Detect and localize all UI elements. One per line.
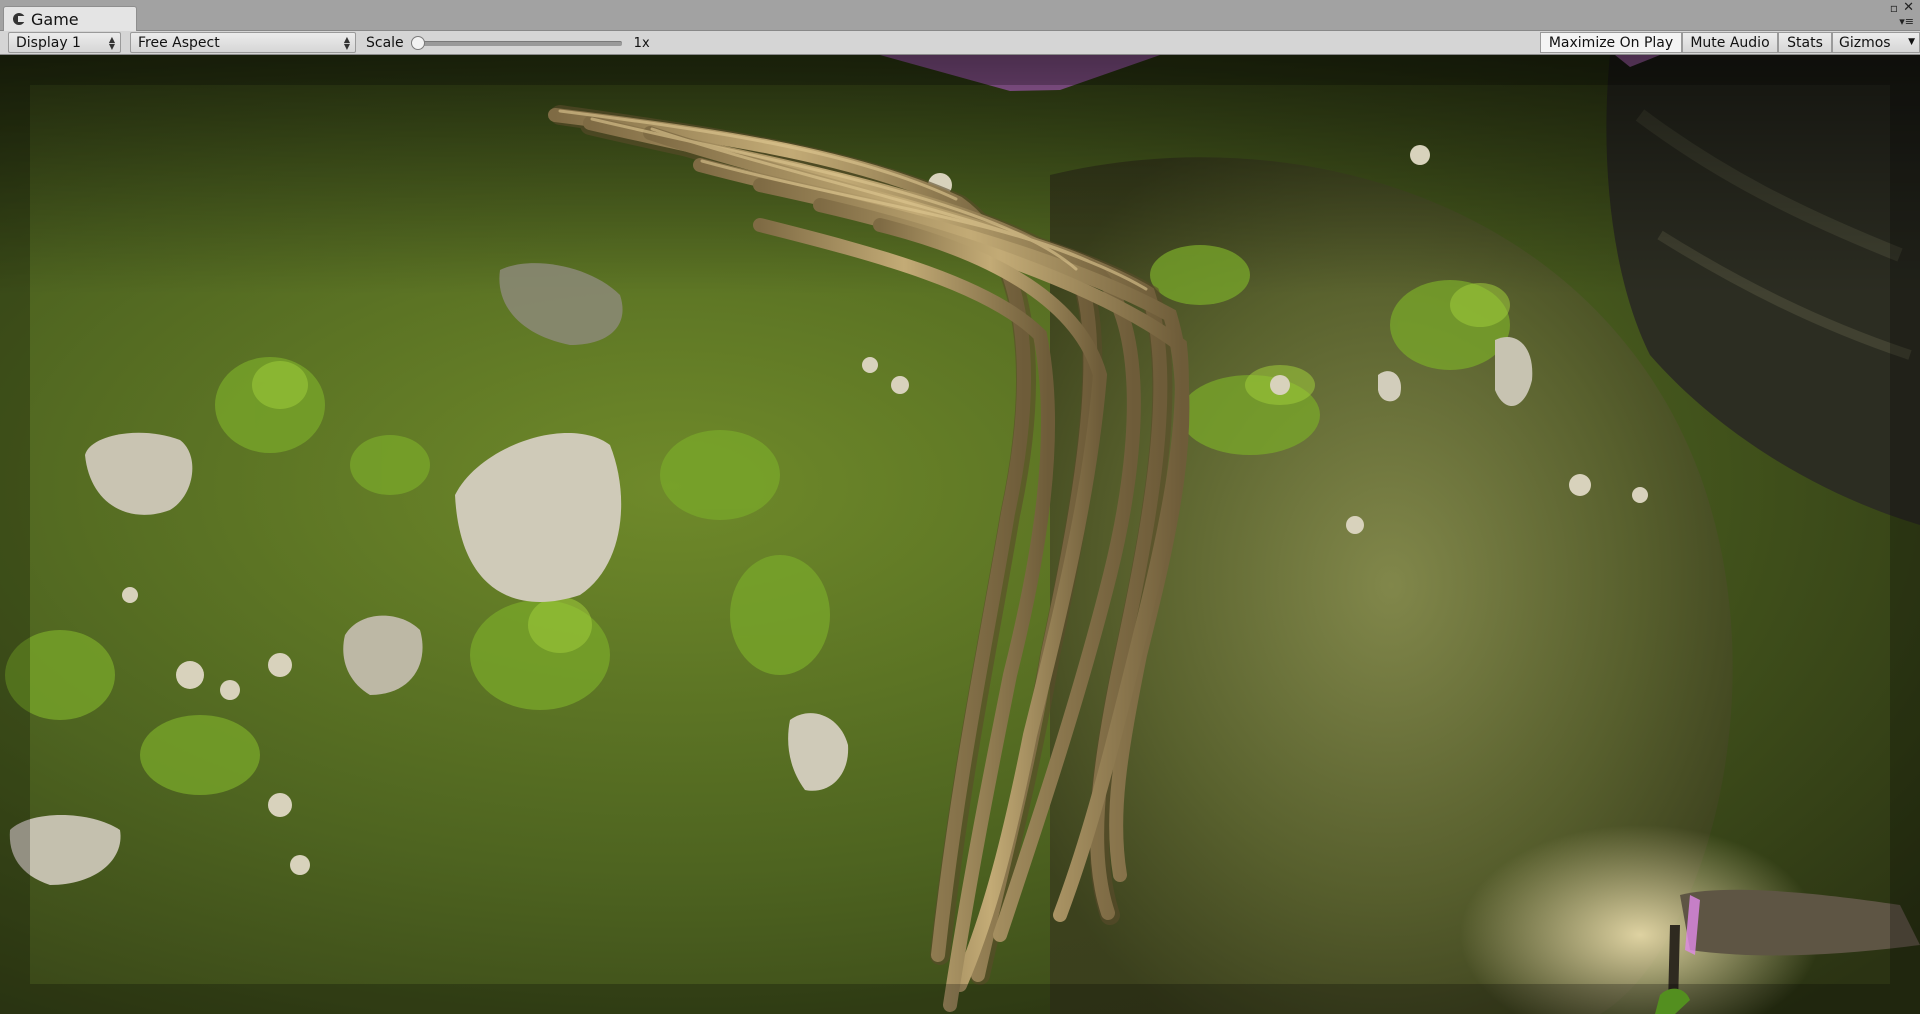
aspect-dropdown[interactable]: Free Aspect ▲ ▼ [130, 32, 356, 53]
gizmos-label: Gizmos [1839, 34, 1891, 51]
scale-label: Scale [366, 35, 404, 51]
maximize-icon[interactable]: ▫ [1890, 2, 1898, 14]
scale-control: Scale 1x [366, 31, 650, 55]
game-controller-icon [13, 13, 25, 25]
tab-label: Game [31, 9, 79, 29]
menu-icon[interactable]: ▾≡ [1899, 16, 1914, 28]
display-dropdown[interactable]: Display 1 ▲ ▼ [8, 32, 121, 53]
stats-button[interactable]: Stats [1778, 32, 1832, 53]
tab-game[interactable]: Game [3, 6, 137, 31]
scene-render [0, 55, 1920, 1014]
game-viewport[interactable] [0, 55, 1920, 1014]
chevron-down-icon: ▼ [1908, 37, 1915, 47]
aspect-dropdown-value: Free Aspect [138, 34, 220, 51]
gizmos-button[interactable]: Gizmos ▼ [1832, 32, 1920, 53]
game-view-toolbar: Display 1 ▲ ▼ Free Aspect ▲ ▼ Scale 1x Max… [0, 31, 1920, 55]
tab-bar: Game ▫ ✕ ▾≡ [0, 0, 1920, 31]
scale-slider[interactable] [410, 35, 622, 50]
maximize-on-play-button[interactable]: Maximize On Play [1540, 32, 1682, 53]
display-dropdown-value: Display 1 [16, 34, 81, 51]
updown-arrows-icon: ▲ ▼ [108, 35, 115, 51]
updown-arrows-icon: ▲ ▼ [343, 35, 350, 51]
close-icon[interactable]: ✕ [1903, 1, 1914, 14]
mute-audio-button[interactable]: Mute Audio [1682, 32, 1778, 53]
scale-slider-thumb[interactable] [410, 35, 425, 50]
scale-value: 1x [633, 35, 650, 51]
